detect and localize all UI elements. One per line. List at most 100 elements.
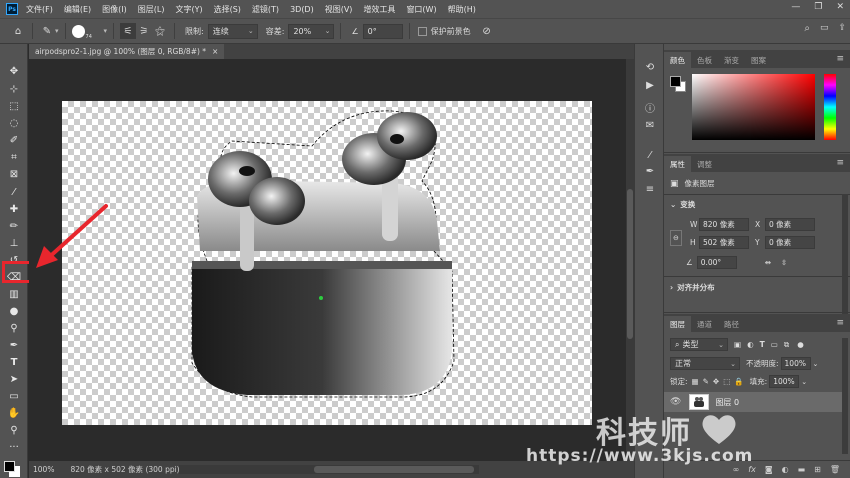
close-tab-icon[interactable]: × [212, 47, 218, 56]
vertical-scrollbar[interactable] [626, 59, 634, 461]
properties-scrollbar[interactable] [842, 194, 848, 314]
menu-select[interactable]: 选择(S) [214, 4, 241, 15]
hue-slider[interactable] [824, 74, 836, 140]
chevron-down-icon[interactable]: ▾ [55, 27, 59, 35]
zoom-level[interactable]: 100% [33, 465, 54, 474]
chevron-down-icon[interactable]: ⌄ [813, 360, 819, 368]
history-panel-icon[interactable]: ⟲ [643, 60, 657, 74]
maximize-icon[interactable]: ❐ [814, 2, 822, 12]
adjustment-layer-icon[interactable]: ◐ [782, 465, 789, 474]
adjustments-panel-icon[interactable]: ≡ [643, 182, 657, 196]
foreground-color-swatch[interactable] [4, 461, 15, 472]
menu-3d[interactable]: 3D(D) [290, 5, 314, 14]
link-dimensions-icon[interactable]: ⊖ [670, 230, 682, 246]
lock-pixels-icon[interactable]: ✎ [703, 377, 709, 386]
menu-type[interactable]: 文字(Y) [175, 4, 202, 15]
limit-select[interactable]: 连续 ⌄ [207, 23, 258, 39]
tab-channels[interactable]: 通道 [691, 316, 718, 332]
tab-layers[interactable]: 图层 [664, 316, 691, 332]
layer-name[interactable]: 图层 0 [715, 397, 739, 408]
layer-style-icon[interactable]: fx [748, 465, 756, 474]
blur-tool-icon[interactable]: ● [6, 304, 22, 318]
artboard-tool-icon[interactable]: ⊹ [6, 82, 22, 96]
menu-layer[interactable]: 图层(L) [138, 4, 165, 15]
actions-panel-icon[interactable]: ▶ [643, 78, 657, 92]
move-tool-icon[interactable]: ✥ [6, 64, 22, 78]
chevron-down-icon[interactable]: ⌄ [801, 378, 807, 386]
pressure-icon[interactable]: ⊘ [479, 23, 495, 39]
new-group-icon[interactable]: ▬ [798, 465, 806, 474]
angle-field[interactable]: 0° [362, 23, 403, 39]
eyedropper-tool-icon[interactable]: ⁄ [6, 185, 22, 199]
flip-horizontal-icon[interactable]: ⇹ [765, 258, 771, 267]
tolerance-field[interactable]: 20% ⌄ [288, 23, 335, 39]
path-select-tool-icon[interactable]: ➤ [6, 372, 22, 386]
brushes-panel-icon[interactable]: ✒ [643, 164, 657, 178]
height-field[interactable]: 502 像素 [699, 236, 749, 249]
minimize-icon[interactable]: — [791, 2, 800, 12]
home-icon[interactable]: ⌂ [10, 23, 26, 39]
brush-tool-icon[interactable]: ✏ [6, 219, 22, 233]
new-layer-icon[interactable]: ⊞ [814, 465, 821, 474]
type-tool-icon[interactable]: T [6, 355, 22, 369]
filter-pixel-icon[interactable]: ▣ [734, 340, 741, 349]
eye-icon[interactable]: 👁 [670, 397, 681, 407]
menu-edit[interactable]: 编辑(E) [64, 4, 91, 15]
brush-settings-icon[interactable]: ⁄ [643, 148, 657, 162]
menu-window[interactable]: 窗口(W) [406, 4, 436, 15]
rotation-field[interactable]: 0.00° [696, 256, 737, 269]
zoom-tool-icon[interactable]: ⚲ [6, 423, 22, 437]
clone-stamp-tool-icon[interactable]: ⊥ [6, 236, 22, 250]
sampling-once-icon[interactable]: ⚞ [136, 23, 152, 39]
share-icon[interactable]: ⇪ [838, 23, 846, 34]
document-canvas[interactable] [62, 101, 592, 425]
layers-scrollbar[interactable] [842, 338, 848, 454]
fill-field[interactable]: 100% [769, 375, 800, 388]
width-field[interactable]: 820 像素 [699, 218, 749, 231]
delete-layer-icon[interactable]: 🗑 [830, 465, 840, 474]
lock-all-icon[interactable]: 🔒 [734, 377, 743, 386]
comments-panel-icon[interactable]: ✉ [643, 118, 657, 132]
panel-menu-icon[interactable]: ≡ [836, 158, 844, 168]
pen-tool-icon[interactable]: ✒ [6, 338, 22, 352]
brush-preset-picker[interactable]: 74 [71, 22, 98, 40]
menu-file[interactable]: 文件(F) [26, 4, 53, 15]
horizontal-scroll-thumb[interactable] [314, 466, 474, 473]
document-tab[interactable]: airpodspro2-1.jpg @ 100% (图层 0, RGB/8#) … [29, 44, 225, 59]
align-section[interactable]: › 对齐并分布 [670, 282, 715, 293]
quick-select-tool-icon[interactable]: ✐ [6, 133, 22, 147]
tab-color[interactable]: 颜色 [664, 52, 691, 68]
filter-type-icon[interactable]: T [760, 340, 765, 349]
menu-help[interactable]: 帮助(H) [448, 4, 476, 15]
dodge-tool-icon[interactable]: ⚲ [6, 321, 22, 335]
filter-adjustment-icon[interactable]: ◐ [747, 340, 754, 349]
lock-position-icon[interactable]: ✥ [713, 377, 719, 386]
color-field[interactable] [692, 74, 815, 140]
filter-smart-icon[interactable]: ⧉ [784, 340, 789, 350]
tab-gradients[interactable]: 渐变 [718, 52, 745, 68]
close-window-icon[interactable]: ✕ [836, 2, 844, 12]
workspace-icon[interactable]: ▭ [820, 23, 829, 34]
tab-adjustments[interactable]: 调整 [691, 156, 718, 172]
tab-patterns[interactable]: 图案 [745, 52, 772, 68]
panel-menu-icon[interactable]: ≡ [836, 54, 844, 64]
flip-vertical-icon[interactable]: ⇳ [781, 258, 787, 267]
tab-properties[interactable]: 属性 [664, 156, 691, 172]
info-panel-icon[interactable]: ⓘ [643, 100, 657, 115]
lock-artboard-icon[interactable]: ⬚ [723, 377, 730, 386]
shape-tool-icon[interactable]: ▭ [6, 389, 22, 403]
menu-view[interactable]: 视图(V) [325, 4, 353, 15]
tab-swatches[interactable]: 色板 [691, 52, 718, 68]
menu-plugins[interactable]: 增效工具 [363, 4, 395, 15]
layer-filter-select[interactable]: ⌕ 类型 ⌄ [670, 338, 728, 351]
sampling-background-icon[interactable]: ⚝ [152, 23, 168, 39]
protect-foreground-checkbox[interactable] [417, 26, 427, 36]
layer-mask-icon[interactable]: ◙ [765, 465, 773, 474]
filter-toggle-icon[interactable]: ● [797, 340, 804, 349]
tab-paths[interactable]: 路径 [718, 316, 745, 332]
panel-menu-icon[interactable]: ≡ [836, 318, 844, 328]
vertical-scroll-thumb[interactable] [627, 189, 633, 339]
chevron-down-icon[interactable]: ▾ [104, 27, 108, 35]
y-field[interactable]: 0 像素 [765, 236, 815, 249]
filter-shape-icon[interactable]: ▭ [771, 340, 778, 349]
